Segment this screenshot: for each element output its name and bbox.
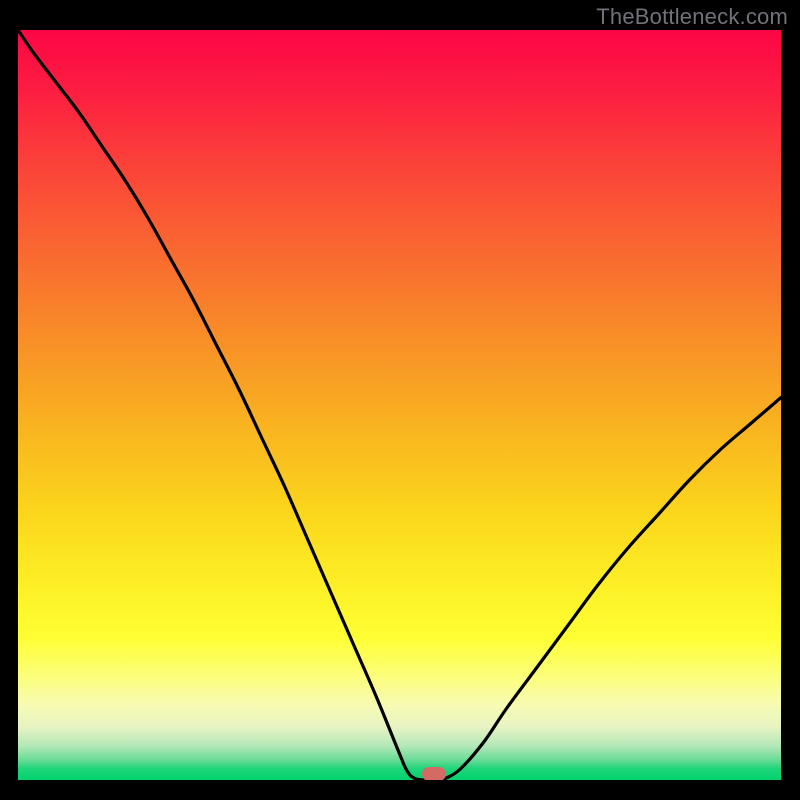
bottleneck-curve — [18, 30, 781, 780]
curve-layer — [18, 30, 781, 780]
watermark-text: TheBottleneck.com — [596, 4, 788, 30]
plot-area — [18, 30, 781, 780]
chart-frame: TheBottleneck.com — [0, 0, 800, 800]
optimum-marker — [422, 767, 446, 780]
